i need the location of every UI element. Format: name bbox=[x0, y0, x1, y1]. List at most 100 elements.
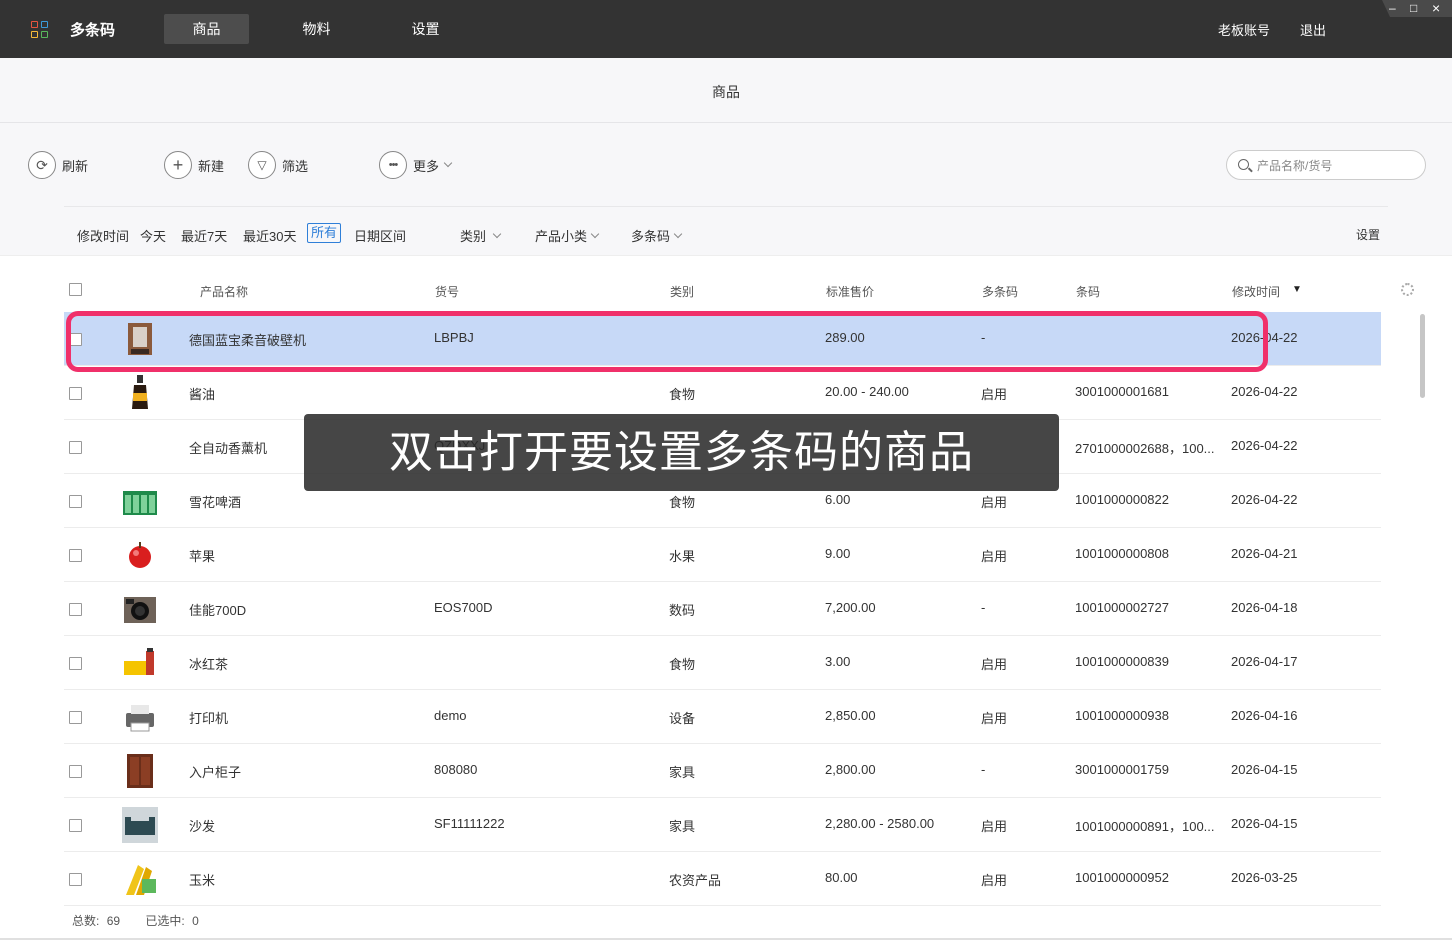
cell-modified: 2026-03-25 bbox=[1231, 870, 1298, 885]
minimize-icon[interactable]: – bbox=[1389, 1, 1396, 15]
cell-barcode: 1001000000808 bbox=[1075, 546, 1169, 561]
cell-name: 德国蓝宝柔音破壁机 bbox=[189, 333, 307, 348]
search-input[interactable] bbox=[1257, 156, 1417, 176]
refresh-button[interactable]: ⟳ 刷新 bbox=[28, 150, 88, 180]
filter-settings-link[interactable]: 设置 bbox=[1356, 226, 1380, 243]
cell-multi-barcode: 启用 bbox=[981, 711, 1008, 726]
cell-name: 酱油 bbox=[189, 387, 216, 402]
filter-label: 筛选 bbox=[282, 158, 309, 174]
row-checkbox[interactable] bbox=[69, 657, 82, 670]
refresh-label: 刷新 bbox=[62, 158, 89, 174]
selected-label: 已选中: bbox=[145, 914, 185, 928]
table-row[interactable]: 酱油 食物 20.00 - 240.00 启用 3001000001681 2026-04… bbox=[64, 366, 1381, 420]
cell-multi-barcode: 启用 bbox=[981, 495, 1008, 510]
search-icon bbox=[1238, 159, 1249, 170]
row-checkbox[interactable] bbox=[69, 333, 82, 346]
table-header: 产品名称 货号 类别 标准售价 多条码 条码 修改时间 ▼ bbox=[64, 276, 1388, 304]
cell-barcode: 3001000001759 bbox=[1075, 762, 1169, 777]
row-checkbox[interactable] bbox=[69, 495, 82, 508]
cell-price: 3.00 bbox=[825, 654, 851, 669]
product-thumbnail bbox=[122, 645, 158, 681]
new-button[interactable]: + 新建 bbox=[164, 150, 224, 180]
row-checkbox[interactable] bbox=[69, 819, 82, 832]
app-title: 多条码 bbox=[70, 22, 116, 39]
column-settings-gear-icon[interactable] bbox=[1401, 283, 1414, 296]
row-checkbox[interactable] bbox=[69, 441, 82, 454]
select-all-checkbox[interactable] bbox=[69, 283, 82, 296]
cell-modified: 2026-04-17 bbox=[1231, 654, 1298, 669]
filter-all[interactable]: 所有 bbox=[307, 223, 342, 243]
row-checkbox[interactable] bbox=[69, 549, 82, 562]
cell-barcode: 3001000001681 bbox=[1075, 384, 1169, 399]
row-checkbox[interactable] bbox=[69, 765, 82, 778]
tab-settings[interactable]: 设置 bbox=[383, 14, 468, 44]
table-row[interactable]: 德国蓝宝柔音破壁机 LBPBJ 289.00 - 2026-04-22 bbox=[64, 312, 1381, 366]
cell-modified: 2026-04-22 bbox=[1231, 384, 1298, 399]
table-row[interactable]: 佳能700D EOS700D 数码 7,200.00 - 1001000002727 202… bbox=[64, 582, 1381, 636]
cell-modified: 2026-04-21 bbox=[1231, 546, 1298, 561]
tab-products[interactable]: 商品 bbox=[164, 14, 249, 44]
cell-multi-barcode: - bbox=[981, 330, 986, 345]
column-header-price[interactable]: 标准售价 bbox=[826, 283, 874, 300]
filter-last-30-days[interactable]: 最近30天 bbox=[243, 226, 296, 245]
filter-date-range[interactable]: 日期区间 bbox=[354, 226, 406, 245]
cell-barcode: 1001000000822 bbox=[1075, 492, 1169, 507]
cell-modified: 2026-04-15 bbox=[1231, 762, 1298, 777]
logout-link[interactable]: 退出 bbox=[1300, 20, 1326, 39]
multi-barcode-dropdown[interactable]: 多条码 bbox=[631, 226, 683, 245]
table-row[interactable]: 沙发 SF11111222 家具 2,280.00 - 2580.00 启用 100100… bbox=[64, 798, 1381, 852]
cell-multi-barcode: 启用 bbox=[981, 819, 1008, 834]
cell-name: 玉米 bbox=[189, 873, 216, 888]
refresh-icon: ⟳ bbox=[28, 151, 56, 179]
filter-button[interactable]: ▽ 筛选 bbox=[248, 150, 308, 180]
tab-materials[interactable]: 物料 bbox=[274, 14, 359, 44]
cell-sku: LBPBJ bbox=[434, 330, 474, 345]
close-icon[interactable]: × bbox=[1432, 1, 1440, 15]
table-row[interactable]: 冰红茶 食物 3.00 启用 1001000000839 2026-04-17 bbox=[64, 636, 1381, 690]
page-header: 商品 ⟳ 刷新 + 新建 ▽ 筛选 ••• 更多 修改时间 今天 最近7天 最近… bbox=[0, 58, 1452, 256]
cell-price: 80.00 bbox=[825, 870, 858, 885]
row-checkbox[interactable] bbox=[69, 873, 82, 886]
plus-icon: + bbox=[164, 151, 192, 179]
row-checkbox[interactable] bbox=[69, 387, 82, 400]
cell-name: 冰红茶 bbox=[189, 657, 229, 672]
column-header-multi-barcode[interactable]: 多条码 bbox=[982, 283, 1018, 300]
total-label: 总数: bbox=[72, 914, 100, 928]
product-thumbnail bbox=[122, 591, 158, 627]
chevron-down-icon bbox=[443, 158, 453, 168]
filter-last-7-days[interactable]: 最近7天 bbox=[181, 226, 227, 245]
chevron-down-icon bbox=[492, 229, 502, 238]
subcategory-dropdown[interactable]: 产品小类 bbox=[535, 226, 600, 245]
cell-multi-barcode: 启用 bbox=[981, 387, 1008, 402]
scrollbar[interactable] bbox=[1420, 314, 1425, 398]
more-button[interactable]: ••• 更多 bbox=[379, 150, 453, 180]
column-header-barcode[interactable]: 条码 bbox=[1076, 283, 1100, 300]
column-header-sku[interactable]: 货号 bbox=[435, 283, 459, 300]
cell-price: 2,280.00 - 2580.00 bbox=[825, 816, 935, 831]
maximize-icon[interactable]: □ bbox=[1410, 1, 1417, 15]
column-header-name[interactable]: 产品名称 bbox=[200, 283, 248, 300]
cell-sku: 808080 bbox=[434, 762, 478, 777]
cell-barcode: 1001000000938 bbox=[1075, 708, 1169, 723]
cell-name: 苹果 bbox=[189, 549, 216, 564]
chevron-down-icon bbox=[590, 229, 600, 238]
selected-count: 0 bbox=[192, 914, 199, 928]
column-header-modified[interactable]: 修改时间 bbox=[1232, 283, 1280, 300]
search-box[interactable] bbox=[1226, 150, 1426, 180]
row-checkbox[interactable] bbox=[69, 603, 82, 616]
column-header-category[interactable]: 类别 bbox=[670, 283, 694, 300]
cell-price: 2,800.00 bbox=[825, 762, 876, 777]
table-row[interactable]: 玉米 农资产品 80.00 启用 1001000000952 2026-03-25 bbox=[64, 852, 1381, 906]
table-row[interactable]: 入户柜子 808080 家具 2,800.00 - 3001000001759 2026-0… bbox=[64, 744, 1381, 798]
cell-barcode: 1001000000952 bbox=[1075, 870, 1169, 885]
sort-desc-icon[interactable]: ▼ bbox=[1292, 284, 1302, 295]
row-checkbox[interactable] bbox=[69, 711, 82, 724]
app-logo-icon bbox=[31, 21, 48, 38]
table-row[interactable]: 苹果 水果 9.00 启用 1001000000808 2026-04-21 bbox=[64, 528, 1381, 582]
category-dropdown[interactable]: 类别 bbox=[460, 226, 502, 245]
account-link[interactable]: 老板账号 bbox=[1218, 20, 1270, 39]
filter-today[interactable]: 今天 bbox=[140, 226, 166, 245]
cell-name: 佳能700D bbox=[189, 603, 247, 618]
table-row[interactable]: 打印机 demo 设备 2,850.00 启用 1001000000938 2026-04-… bbox=[64, 690, 1381, 744]
more-label: 更多 bbox=[413, 158, 440, 174]
